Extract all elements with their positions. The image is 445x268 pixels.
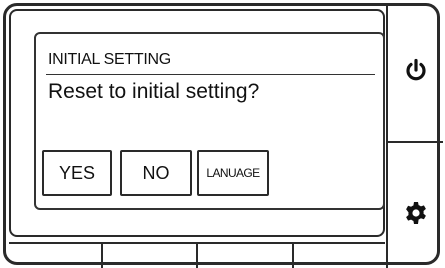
yes-button[interactable]: YES [42, 150, 112, 196]
title-divider [46, 74, 375, 75]
soft-key-2[interactable] [103, 244, 196, 268]
power-button[interactable] [388, 6, 443, 141]
soft-key-1[interactable] [9, 244, 101, 268]
gear-icon [404, 201, 428, 230]
dialog-message: Reset to initial setting? [48, 80, 260, 103]
device-frame: INITIAL SETTING Reset to initial setting… [3, 3, 443, 268]
settings-button[interactable] [388, 143, 443, 268]
dialog-title: INITIAL SETTING [48, 51, 171, 68]
no-button[interactable]: NO [120, 150, 192, 196]
soft-key-3[interactable] [198, 244, 292, 268]
soft-key-4[interactable] [294, 244, 386, 268]
language-button[interactable]: LANUAGE [197, 150, 269, 196]
display-screen: INITIAL SETTING Reset to initial setting… [9, 9, 385, 237]
power-icon [403, 58, 429, 89]
